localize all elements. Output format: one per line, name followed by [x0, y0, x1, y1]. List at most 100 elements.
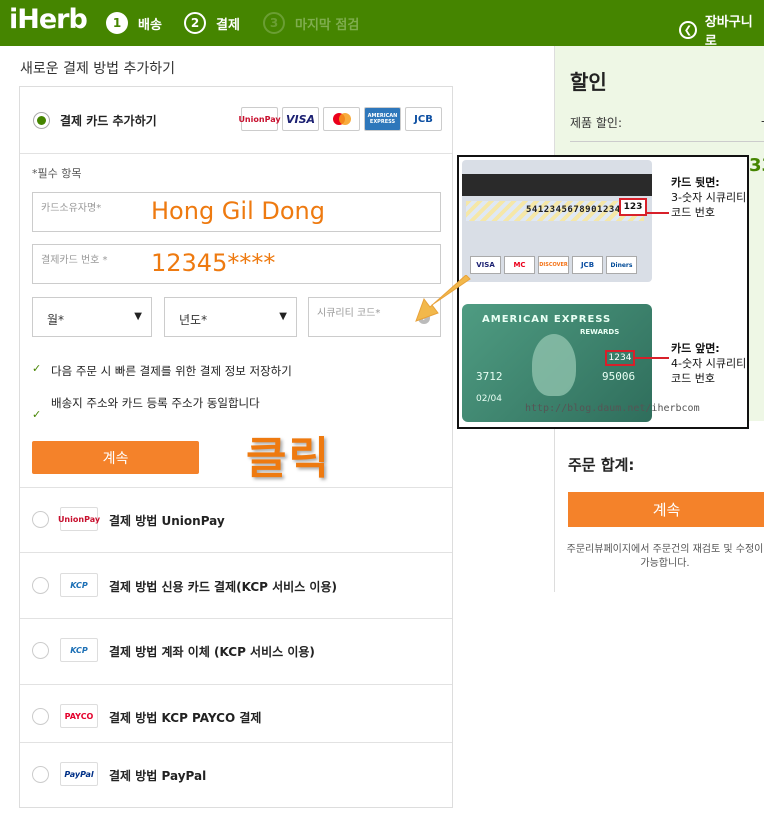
visa-logo: VISA [282, 107, 319, 131]
paypal-logo: PayPal [60, 762, 98, 786]
cid-highlight: 1234 [605, 350, 635, 366]
divider [570, 141, 764, 142]
step-shipping[interactable]: 1 배송 [106, 11, 162, 35]
amex-date: 02/04 [476, 394, 502, 404]
product-discount-label: 제품 할인: [570, 116, 623, 130]
card-front-title: 카드 앞면: [671, 342, 720, 355]
chevron-down-icon: ▼ [134, 311, 142, 322]
card-back-brands: VISA MC DISCOVER JCB Diners [470, 256, 637, 274]
back-to-cart-label: 장바구니로 [704, 15, 753, 49]
payment-radio[interactable] [32, 708, 49, 725]
mastercard-logo [323, 107, 360, 131]
centurion-portrait [532, 334, 576, 396]
payment-radio[interactable] [32, 766, 49, 783]
card-front-caption: 카드 앞면: 4-숫자 시큐리티 코드 번호 [671, 341, 746, 386]
summary-continue-button[interactable]: 계속 [568, 492, 764, 527]
card-number-placeholder: 결제카드 번호 * [41, 255, 108, 266]
payment-method-label: 결제 방법 PayPal [109, 769, 207, 783]
add-card-row[interactable]: 결제 카드 추가하기 UnionPay VISA AMERICAN EXPRES… [20, 87, 452, 153]
back-to-cart-link[interactable]: ❮ 장바구니로 [679, 11, 764, 49]
order-total-label: 주문 합계: [568, 456, 635, 474]
arrow-icon [415, 275, 471, 322]
partial-amount: 33 [749, 155, 764, 176]
card-number-field[interactable]: 결제카드 번호 * 12345**** [32, 244, 441, 284]
jcb-logo: JCB [572, 256, 603, 274]
card-back-number: 5412345678901234 [526, 205, 621, 215]
amex-title: AMERICAN EXPRESS [482, 314, 612, 325]
chevron-down-icon: ▼ [279, 311, 287, 322]
divider [20, 153, 452, 154]
pointer-line [635, 357, 669, 359]
step-label: 마지막 점검 [295, 17, 360, 33]
amex-logo: AMERICAN EXPRESS [364, 107, 401, 131]
payment-panel: 결제 카드 추가하기 UnionPay VISA AMERICAN EXPRES… [19, 86, 453, 808]
continue-button[interactable]: 계속 [32, 441, 199, 474]
step-number: 2 [184, 12, 206, 34]
payment-method-kcp-card[interactable]: KCP 결제 방법 신용 카드 결제(KCP 서비스 이용) [20, 553, 452, 618]
unionpay-logo: UnionPay [238, 107, 281, 131]
checkmark-icon: ✓ [32, 362, 42, 375]
discount-title: 할인 [570, 70, 607, 94]
checkmark-icon: ✓ [32, 408, 42, 421]
card-back-desc-1: 3-숫자 시큐리티 [671, 191, 747, 204]
card-number-value: 12345**** [151, 249, 276, 277]
payment-radio[interactable] [32, 511, 49, 528]
review-note: 주문리뷰페이지에서 주문건의 재검토 및 수정이 가능합니다. [566, 544, 764, 569]
payco-logo: PAYCO [60, 704, 98, 728]
cardholder-placeholder: 카드소유자명* [41, 203, 102, 214]
card-logos: UnionPay VISA AMERICAN EXPRESS JCB [238, 107, 442, 131]
card-back-title: 카드 뒷면: [671, 176, 720, 189]
discover-logo: DISCOVER [538, 256, 569, 274]
security-code-placeholder: 시큐리티 코드* [317, 308, 381, 319]
payment-method-payco[interactable]: PAYCO 결제 방법 KCP PAYCO 결제 [20, 684, 452, 749]
add-card-label: 결제 카드 추가하기 [60, 114, 157, 128]
diners-logo: Diners [606, 256, 637, 274]
signature-panel: 5412345678901234 [466, 201, 644, 221]
step-label: 배송 [138, 17, 162, 33]
add-card-radio[interactable] [33, 112, 50, 129]
click-annotation: 클릭 [246, 433, 331, 484]
card-front-desc-2: 코드 번호 [671, 372, 715, 385]
kcp-logo: KCP [60, 638, 98, 662]
payment-method-kcp-transfer[interactable]: KCP 결제 방법 계좌 이체 (KCP 서비스 이용) [20, 618, 452, 683]
card-back-caption: 카드 뒷면: 3-숫자 시큐리티 코드 번호 [671, 175, 746, 220]
same-address-checkbox[interactable]: ✓ 배송지 주소와 카드 등록 주소가 동일합니다 [32, 395, 260, 421]
blog-watermark: http://blog.daum.net/iherbcom [525, 403, 700, 414]
magnetic-strip [462, 174, 652, 196]
step-final-review: 3 마지막 점검 [263, 11, 359, 35]
save-info-checkbox[interactable]: ✓ 다음 주문 시 빠른 결제를 위한 결제 정보 저장하기 [32, 363, 292, 379]
save-info-label: 다음 주문 시 빠른 결제를 위한 결제 정보 저장하기 [51, 364, 292, 378]
iherb-logo[interactable]: iHerb [9, 4, 88, 35]
security-code-guide: 5412345678901234 123 VISA MC DISCOVER JC… [457, 155, 749, 429]
step-number: 3 [263, 12, 285, 34]
payment-method-label: 결제 방법 신용 카드 결제(KCP 서비스 이용) [109, 580, 337, 594]
payment-method-label: 결제 방법 계좌 이체 (KCP 서비스 이용) [109, 645, 315, 659]
amex-rewards: REWARDS [580, 328, 620, 336]
visa-logo: VISA [470, 256, 501, 274]
amex-number-1: 3712 [476, 370, 503, 383]
step-number: 1 [106, 12, 128, 34]
payment-radio[interactable] [32, 577, 49, 594]
top-header: iHerb 1 배송 2 결제 3 마지막 점검 ❮ 장바구니로 [0, 0, 764, 49]
same-address-label: 배송지 주소와 카드 등록 주소가 동일합니다 [51, 396, 260, 410]
payment-radio[interactable] [32, 642, 49, 659]
month-select[interactable]: 월* ▼ [32, 297, 152, 337]
cardholder-name-field[interactable]: 카드소유자명* Hong Gil Dong [32, 192, 441, 232]
mastercard-logo: MC [504, 256, 535, 274]
step-payment[interactable]: 2 결제 [184, 11, 240, 35]
year-select-value: 년도* [179, 313, 208, 327]
step-label: 결제 [216, 17, 240, 33]
card-front-desc-1: 4-숫자 시큐리티 [671, 357, 747, 370]
payment-method-paypal[interactable]: PayPal 결제 방법 PayPal [20, 742, 452, 807]
cardholder-value: Hong Gil Dong [151, 197, 325, 225]
payment-method-unionpay[interactable]: UnionPay 결제 방법 UnionPay [20, 487, 452, 552]
payment-method-label: 결제 방법 KCP PAYCO 결제 [109, 711, 262, 725]
year-select[interactable]: 년도* ▼ [164, 297, 297, 337]
unionpay-logo: UnionPay [58, 507, 100, 531]
page-title: 새로운 결제 방법 추가하기 [20, 61, 176, 77]
jcb-logo: JCB [405, 107, 442, 131]
required-note: *필수 항목 [32, 167, 82, 180]
kcp-logo: KCP [60, 573, 98, 597]
payment-method-label: 결제 방법 UnionPay [109, 514, 225, 528]
amex-number-2: 95006 [602, 370, 636, 383]
